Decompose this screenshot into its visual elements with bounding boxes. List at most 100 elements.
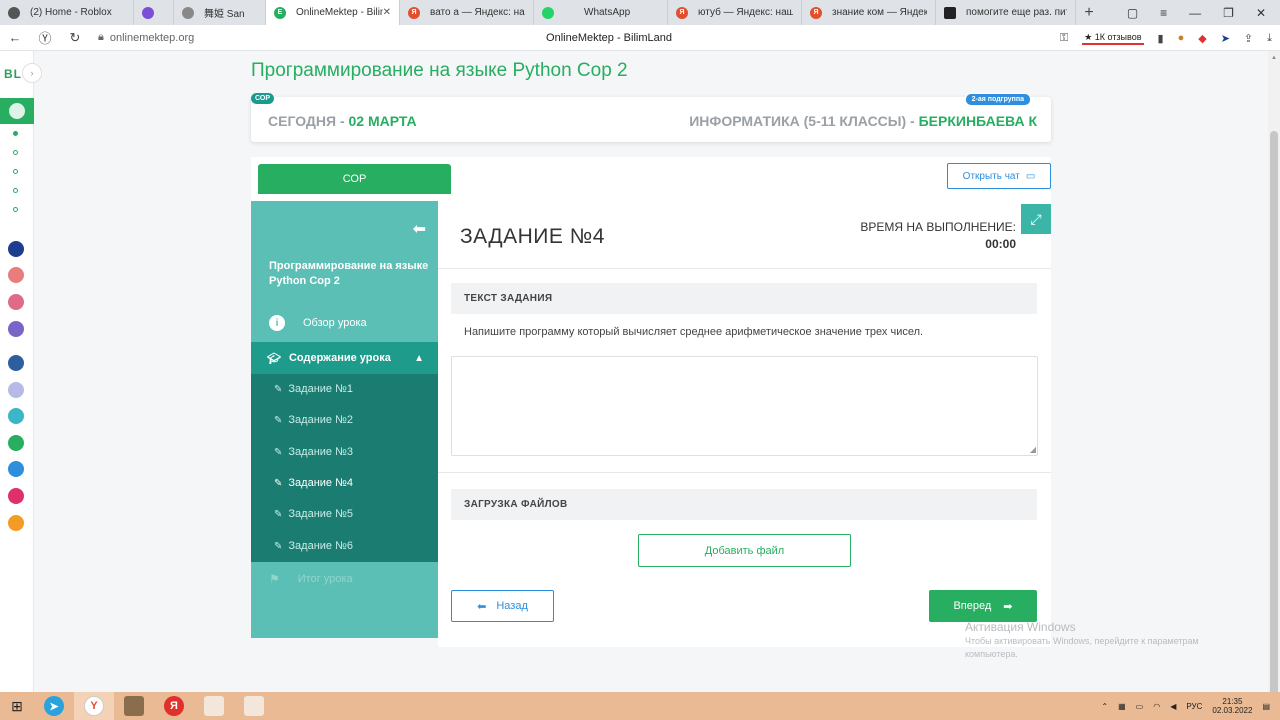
taskbar-yandex-browser[interactable]: Y	[74, 692, 114, 720]
browser-tab[interactable]	[134, 0, 174, 25]
taskbar-app[interactable]	[114, 692, 154, 720]
browser-tab[interactable]: Яютуб — Яндекс: нашлось	[668, 0, 802, 25]
app-icon[interactable]	[8, 241, 24, 257]
back-button[interactable]: ⬅ Назад	[451, 590, 554, 622]
resize-handle-icon[interactable]: ◢	[1030, 445, 1036, 454]
roblox-icon	[8, 6, 20, 19]
sidebar-item-task-1[interactable]: ✎ Задание №1	[274, 379, 353, 399]
sidebar-section-content[interactable]: 🎓︎ Содержание урока ▲	[251, 342, 438, 374]
reviews-badge[interactable]: ★ 1К отзывов	[1082, 32, 1144, 45]
bookmarks-icon[interactable]: ▢	[1127, 6, 1138, 20]
chevron-right-icon[interactable]: ›	[22, 63, 42, 83]
browser-tab[interactable]: 舞姫 San	[174, 0, 266, 25]
app-icon[interactable]	[8, 461, 24, 477]
bookmark-icon[interactable]: ▮	[1158, 32, 1164, 45]
activation-watermark-text: Чтобы активировать Windows, перейдите к …	[965, 636, 1199, 659]
side-panel-dot[interactable]	[13, 207, 18, 212]
app-icon[interactable]	[8, 294, 24, 310]
app-icon[interactable]	[8, 408, 24, 424]
browser-tab-active[interactable]: EOnlineMektep - BilimLa✕	[266, 0, 400, 25]
side-panel-active-item[interactable]	[0, 98, 34, 124]
windows-start-icon[interactable]: ⊞	[0, 698, 34, 715]
edit-icon: ✎	[274, 383, 283, 395]
notifications-icon[interactable]: ▤	[1262, 702, 1270, 711]
clock[interactable]: 21:35 02.03.2022	[1212, 697, 1252, 715]
chevron-up-icon: ▲	[414, 352, 424, 364]
url-field[interactable]: 🔒︎ onlinemektep.org	[98, 31, 194, 44]
side-panel-dot[interactable]	[13, 131, 18, 136]
yandex-icon: Я	[810, 6, 822, 19]
address-bar-actions: ⚿ ★ 1К отзывов ▮ ● ◆ ➤ ⇪ ⤓	[1060, 25, 1272, 51]
browser-tab[interactable]: (2) Home - Roblox	[0, 0, 134, 25]
reload-icon[interactable]: ↻	[60, 30, 90, 46]
task-panel: ЗАДАНИЕ №4 ВРЕМЯ НА ВЫПОЛНЕНИЕ: 00:00 ⤢ …	[438, 201, 1051, 647]
side-panel-dot[interactable]	[13, 188, 18, 193]
lock-icon: 🔒︎	[98, 31, 104, 43]
sidebar-item-task-2[interactable]: ✎ Задание №2	[274, 410, 353, 430]
taskbar-telegram[interactable]: ➤	[34, 692, 74, 720]
tab-sor[interactable]: СОР	[258, 164, 451, 194]
download-icon[interactable]: ⤓	[1267, 32, 1272, 45]
chevron-up-icon[interactable]: ⌃	[1101, 702, 1108, 711]
taskbar-app[interactable]	[234, 692, 274, 720]
app-icon[interactable]	[8, 267, 24, 283]
expand-icon[interactable]: ⤢	[1021, 204, 1051, 234]
app-icon[interactable]	[8, 355, 24, 371]
answer-textarea[interactable]: ◢	[451, 356, 1038, 456]
next-button[interactable]: Вперед ➡	[929, 590, 1037, 622]
browser-tab[interactable]: WhatsApp	[534, 0, 668, 25]
volume-icon[interactable]: ◀	[1170, 702, 1176, 711]
vertical-scrollbar[interactable]: ▲	[1268, 51, 1280, 720]
browser-tab-bar: (2) Home - Roblox 舞姫 San E OnlineMektep -…	[0, 0, 1280, 25]
sidebar-item-task-3[interactable]: ✎ Задание №3	[274, 442, 353, 462]
side-panel-dot[interactable]	[13, 169, 18, 174]
browser-tab[interactable]: Язнание ком — Яндекс: на	[802, 0, 936, 25]
app-icon[interactable]	[8, 435, 24, 451]
flag-icon: ⚑	[269, 572, 280, 586]
language-indicator[interactable]: РУС	[1186, 702, 1202, 711]
add-file-button[interactable]: Добавить файл	[638, 534, 851, 567]
sidebar-item-summary[interactable]: ⚑ Итог урока	[251, 566, 438, 592]
taskbar-app[interactable]	[194, 692, 234, 720]
close-icon[interactable]: ✕	[383, 7, 391, 18]
menu-icon[interactable]: ≡	[1160, 6, 1167, 20]
share-icon[interactable]: ⇪	[1244, 32, 1253, 45]
close-window-icon[interactable]: ✕	[1256, 6, 1266, 20]
sidebar-item-overview[interactable]: i Обзор урока	[251, 308, 438, 338]
browser-side-panel: BL ›	[0, 51, 42, 692]
upload-heading: ЗАГРУЗКА ФАЙЛОВ	[451, 489, 1037, 520]
wifi-icon[interactable]: ◠	[1153, 702, 1160, 711]
minimize-icon[interactable]: —	[1189, 6, 1201, 20]
open-chat-button[interactable]: Открыть чат ▭	[947, 163, 1051, 189]
back-arrow-icon[interactable]: ←	[0, 30, 30, 45]
yandex-home-icon[interactable]: Ⓨ	[30, 28, 60, 47]
divider	[438, 472, 1051, 473]
protect-icon[interactable]: ⚿	[1060, 32, 1068, 45]
arrow-left-icon[interactable]: ⬅	[413, 219, 426, 239]
taskbar-yandex[interactable]: Я	[154, 692, 194, 720]
send-icon[interactable]: ➤	[1221, 32, 1230, 45]
bilimland-logo: BL	[4, 67, 22, 81]
new-tab-button[interactable]: +	[1076, 0, 1102, 25]
browser-tab[interactable]: Явато а — Яндекс: нашлось	[400, 0, 534, 25]
battery-icon[interactable]: ▭	[1136, 702, 1144, 711]
browser-tab[interactable]: помогите еще раз. питон	[936, 0, 1076, 25]
app-icon[interactable]	[8, 382, 24, 398]
sidebar-item-task-5[interactable]: ✎ Задание №5	[274, 504, 353, 524]
graduation-cap-icon: 🎓︎	[267, 352, 281, 365]
scroll-up-icon[interactable]: ▲	[1271, 55, 1277, 61]
side-panel-dot[interactable]	[13, 150, 18, 155]
edit-icon: ✎	[274, 477, 283, 489]
maximize-icon[interactable]: ❐	[1223, 6, 1234, 20]
sidebar-item-task-4[interactable]: ✎ Задание №4	[274, 473, 353, 493]
extension-icon[interactable]: ◆	[1198, 32, 1206, 45]
extension-icon[interactable]: ●	[1178, 32, 1185, 44]
lesson-title: Программирование на языке Python Сор 2	[269, 260, 429, 287]
network-icon[interactable]: ▦	[1118, 702, 1126, 711]
sidebar-item-task-6[interactable]: ✎ Задание №6	[274, 536, 353, 556]
app-icon[interactable]	[8, 321, 24, 337]
divider	[438, 268, 1051, 269]
scrollbar-thumb[interactable]	[1270, 131, 1278, 720]
app-icon[interactable]	[8, 515, 24, 531]
app-icon[interactable]	[8, 488, 24, 504]
